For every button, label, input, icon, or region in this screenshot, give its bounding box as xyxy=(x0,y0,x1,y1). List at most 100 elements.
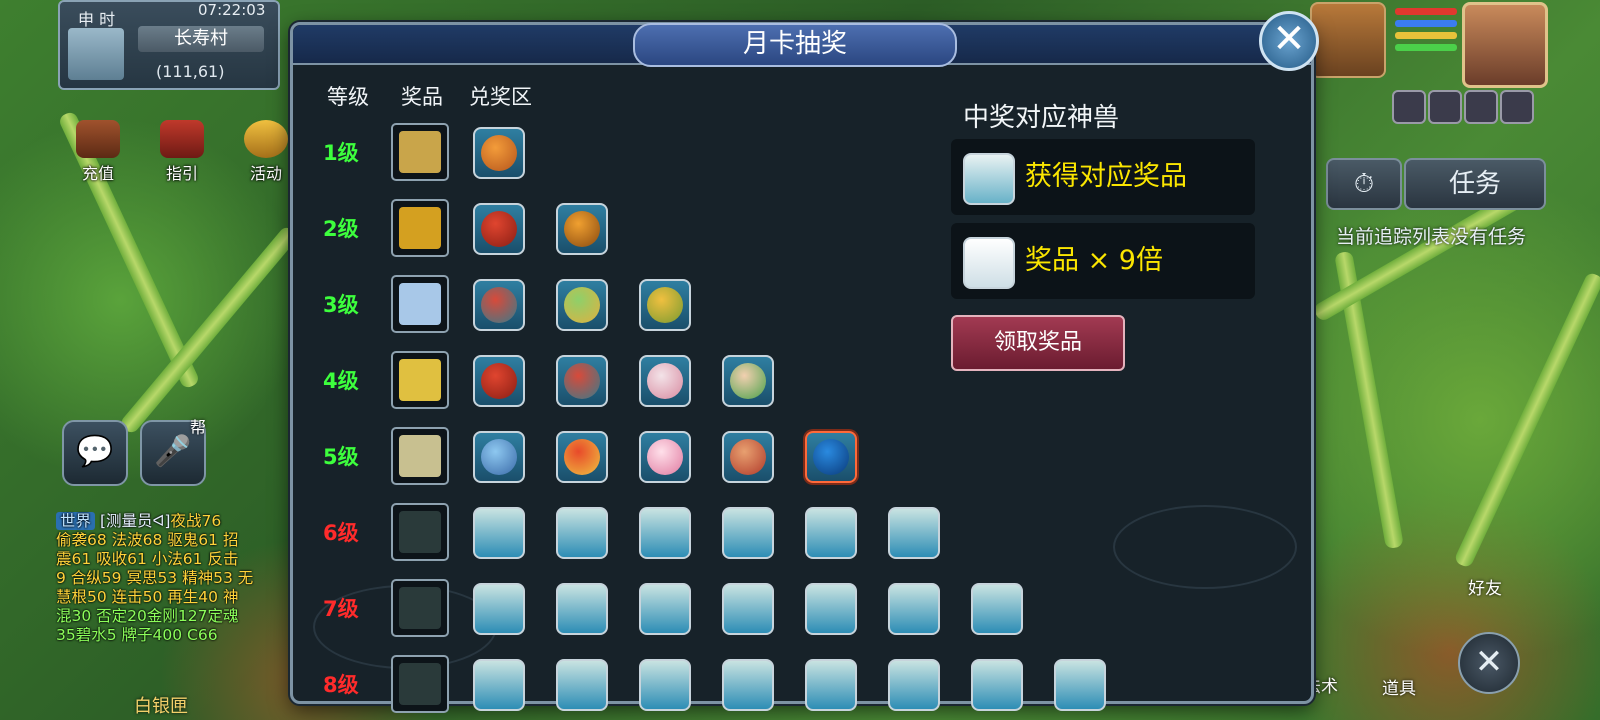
prize-item[interactable] xyxy=(391,427,449,485)
pet-slot[interactable] xyxy=(639,279,691,331)
empty-slot[interactable] xyxy=(556,583,608,635)
empty-slot[interactable] xyxy=(888,583,940,635)
player-avatar[interactable] xyxy=(1462,2,1548,88)
empty-slot[interactable] xyxy=(888,659,940,711)
pet-slot[interactable] xyxy=(473,127,525,179)
close-dialog-button[interactable]: ✕ xyxy=(1259,11,1319,71)
recharge-button[interactable]: 充值 xyxy=(66,120,130,184)
prize-item[interactable] xyxy=(391,199,449,257)
chat-line-1: 世界 [测量员ᐊ]夜战76 xyxy=(56,512,288,531)
empty-slot[interactable] xyxy=(473,583,525,635)
prize-icon xyxy=(399,359,441,401)
dialog-title: 月卡抽奖 xyxy=(633,23,957,67)
rainbow-pet-icon xyxy=(564,287,600,323)
pet-portrait[interactable] xyxy=(1310,2,1386,78)
items-label[interactable]: 道具 xyxy=(1382,674,1416,699)
prize-item[interactable] xyxy=(391,579,449,637)
empty-slot[interactable] xyxy=(1054,659,1106,711)
pet-slot[interactable] xyxy=(473,203,525,255)
prize-icon xyxy=(399,587,441,629)
level-label: 6级 xyxy=(323,521,359,545)
pet-slot[interactable] xyxy=(722,431,774,483)
empty-slot[interactable] xyxy=(805,583,857,635)
empty-slot[interactable] xyxy=(639,507,691,559)
empty-slot[interactable] xyxy=(722,507,774,559)
friends-label[interactable]: 好友 xyxy=(1468,574,1502,599)
chat-text: 夜战76 xyxy=(170,512,222,530)
empty-slot[interactable] xyxy=(639,583,691,635)
prize-item[interactable] xyxy=(391,503,449,561)
location-panel[interactable]: 申 时 07:22:03 长寿村 (111,61) xyxy=(58,0,280,90)
chat-button[interactable]: 💬 xyxy=(62,420,128,486)
pet-slot[interactable] xyxy=(473,355,525,407)
claim-reward-button[interactable]: 领取奖品 xyxy=(951,315,1125,371)
pet-slot[interactable] xyxy=(473,279,525,331)
prize-item[interactable] xyxy=(391,351,449,409)
pet-slot[interactable] xyxy=(556,279,608,331)
pet-slot[interactable] xyxy=(805,431,857,483)
chat-line: 偷袭68 法波68 驱鬼61 招 xyxy=(56,531,239,549)
column-header-prize: 奖品 xyxy=(401,85,443,109)
pet-slot[interactable] xyxy=(639,355,691,407)
empty-slot[interactable] xyxy=(473,507,525,559)
empty-slot[interactable] xyxy=(888,507,940,559)
empty-slot[interactable] xyxy=(971,583,1023,635)
level-label: 2级 xyxy=(323,217,359,241)
recharge-label: 充值 xyxy=(81,164,114,183)
prize-icon xyxy=(399,663,441,705)
prize-icon xyxy=(399,283,441,325)
pet-slot[interactable] xyxy=(722,355,774,407)
empty-slot[interactable] xyxy=(639,659,691,711)
lion2-pet-icon xyxy=(730,439,766,475)
shield-status-icon[interactable] xyxy=(1500,90,1534,124)
world-chat[interactable]: 世界 [测量员ᐊ]夜战76 偷袭68 法波68 驱鬼61 招 震61 吸收61 … xyxy=(56,512,288,645)
treasure-chest-icon xyxy=(76,120,120,158)
heart-status-icon[interactable] xyxy=(1392,90,1426,124)
buff-status-icon[interactable] xyxy=(1428,90,1462,124)
empty-slot[interactable] xyxy=(473,659,525,711)
empty-slot[interactable] xyxy=(971,659,1023,711)
question-scroll-icon xyxy=(160,120,204,158)
empty-slot[interactable] xyxy=(805,659,857,711)
collapse-menu-button[interactable]: ✕ xyxy=(1458,632,1520,694)
prize-item[interactable] xyxy=(391,275,449,333)
column-header-level: 等级 xyxy=(327,85,369,109)
chat-line: 35碧水5 牌子400 C66 xyxy=(56,626,218,644)
hp-bar xyxy=(1395,8,1457,15)
column-header-redeem: 兑奖区 xyxy=(469,85,532,109)
empty-slot[interactable] xyxy=(556,659,608,711)
gem-status-icon[interactable] xyxy=(1464,90,1498,124)
pet-slot[interactable] xyxy=(473,431,525,483)
prize-item[interactable] xyxy=(391,123,449,181)
prize-item[interactable] xyxy=(391,655,449,713)
tiger-pet-icon xyxy=(564,211,600,247)
tab-tasks[interactable]: 任务 xyxy=(1404,158,1546,210)
level-label: 7级 xyxy=(323,597,359,621)
pet-slot[interactable] xyxy=(556,355,608,407)
empty-slot[interactable] xyxy=(805,507,857,559)
task-tracker-note: 当前追踪列表没有任务 xyxy=(1336,226,1527,248)
timer-tab[interactable]: ⏱ xyxy=(1326,158,1402,210)
minimap-icon[interactable] xyxy=(68,28,124,80)
city-name: 长寿村 xyxy=(138,26,264,52)
pet-slot[interactable] xyxy=(639,431,691,483)
close-icon: ✕ xyxy=(1474,642,1504,682)
bird-pet-icon xyxy=(564,363,600,399)
pet-slot[interactable] xyxy=(556,203,608,255)
pet-slot[interactable] xyxy=(556,431,608,483)
empty-slot[interactable] xyxy=(722,583,774,635)
level-label: 4级 xyxy=(323,369,359,393)
chat-speaker[interactable]: [测量员ᐊ] xyxy=(100,512,171,530)
empty-slot[interactable] xyxy=(722,659,774,711)
stopwatch-icon: ⏱ xyxy=(1353,169,1375,199)
lion-pet-icon xyxy=(963,153,1015,205)
empty-slot[interactable] xyxy=(556,507,608,559)
sp-bar xyxy=(1395,32,1457,39)
reward-info-text: 获得对应奖品 xyxy=(1025,161,1187,192)
microphone-icon: 🎤 xyxy=(154,434,192,469)
prize-icon xyxy=(399,435,441,477)
reward-info-box: 获得对应奖品 xyxy=(951,139,1255,215)
level-label: 8级 xyxy=(323,673,359,697)
events-button[interactable]: 活动 xyxy=(234,120,298,184)
guide-button[interactable]: 指引 xyxy=(150,120,214,184)
